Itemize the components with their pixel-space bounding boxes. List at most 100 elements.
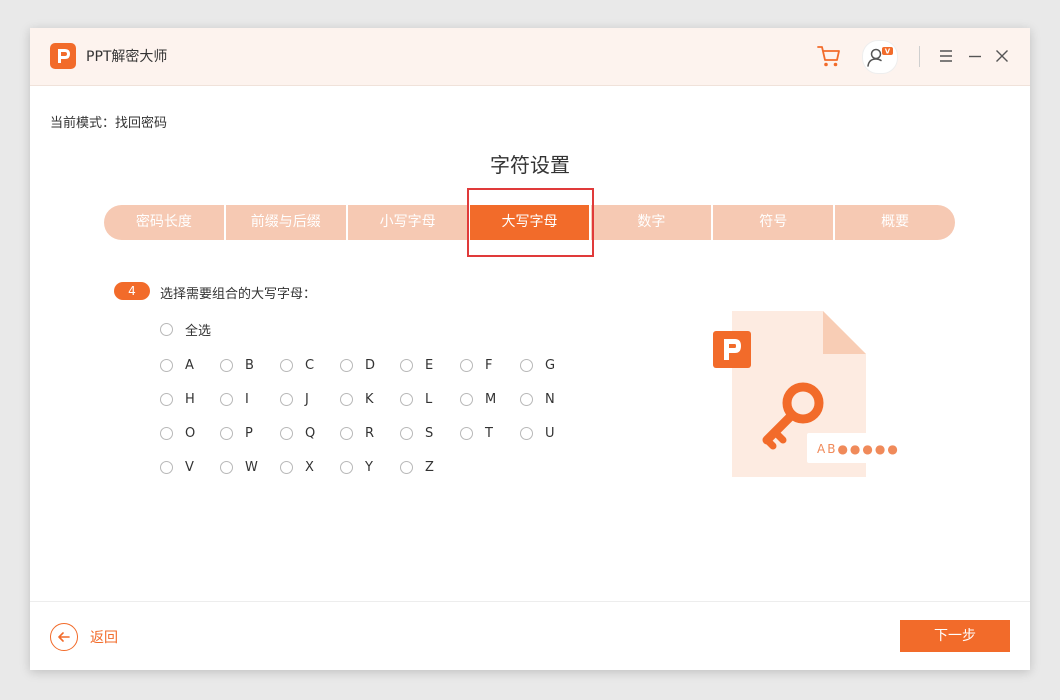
- letter-label: O: [185, 425, 196, 441]
- close-icon[interactable]: [993, 47, 1011, 65]
- radio-button[interactable]: [280, 392, 293, 406]
- menu-icon[interactable]: [937, 47, 955, 65]
- back-label: 返回: [90, 630, 118, 646]
- tab-symbols[interactable]: 符号: [711, 205, 833, 240]
- radio-button[interactable]: [460, 426, 473, 440]
- radio-button[interactable]: [460, 358, 473, 372]
- key-document-illustration: AB●●●●●: [713, 309, 903, 479]
- back-button[interactable]: 返回: [50, 621, 118, 653]
- radio-button[interactable]: [520, 358, 533, 372]
- tab-digits[interactable]: 数字: [589, 205, 711, 240]
- letter-option-o[interactable]: O: [160, 424, 195, 442]
- letter-option-g[interactable]: G: [520, 356, 555, 374]
- radio-button[interactable]: [160, 426, 173, 440]
- document-fold: [823, 311, 866, 354]
- letter-option-z[interactable]: Z: [400, 458, 434, 476]
- current-mode-label: 当前模式：找回密码: [50, 116, 168, 131]
- letter-option-w[interactable]: W: [220, 458, 258, 476]
- radio-button[interactable]: [220, 426, 233, 440]
- letter-label: B: [245, 357, 254, 373]
- letter-option-i[interactable]: I: [220, 390, 249, 408]
- letter-option-q[interactable]: Q: [280, 424, 315, 442]
- radio-button[interactable]: [280, 358, 293, 372]
- letter-label: D: [365, 357, 376, 373]
- radio-button[interactable]: [520, 392, 533, 406]
- letter-option-m[interactable]: M: [460, 390, 496, 408]
- radio-button[interactable]: [400, 392, 413, 406]
- letter-label: C: [305, 357, 315, 373]
- letter-label: A: [185, 357, 194, 373]
- letter-label: E: [425, 357, 434, 373]
- footer-divider: [30, 601, 1030, 602]
- radio-button[interactable]: [160, 358, 173, 372]
- radio-button[interactable]: [280, 426, 293, 440]
- letter-option-f[interactable]: F: [460, 356, 492, 374]
- radio-button[interactable]: [340, 358, 353, 372]
- letter-option-t[interactable]: T: [460, 424, 493, 442]
- vip-badge: V: [885, 48, 891, 56]
- letter-label: R: [365, 425, 375, 441]
- radio-button[interactable]: [340, 392, 353, 406]
- radio-button[interactable]: [400, 426, 413, 440]
- radio-button[interactable]: [520, 426, 533, 440]
- letter-label: V: [185, 459, 194, 475]
- letter-option-x[interactable]: X: [280, 458, 314, 476]
- letter-label: F: [485, 357, 493, 373]
- letter-label: Q: [305, 425, 316, 441]
- letter-option-k[interactable]: K: [340, 390, 374, 408]
- radio-button[interactable]: [400, 358, 413, 372]
- letter-option-h[interactable]: H: [160, 390, 195, 408]
- letter-option-v[interactable]: V: [160, 458, 194, 476]
- select-all-option[interactable]: 全选: [160, 320, 212, 339]
- letter-label: S: [425, 425, 434, 441]
- letter-option-d[interactable]: D: [340, 356, 375, 374]
- radio-button[interactable]: [160, 322, 173, 336]
- tab-password-length[interactable]: 密码长度: [104, 205, 224, 240]
- letter-label: K: [365, 391, 374, 407]
- letter-option-j[interactable]: J: [280, 390, 309, 408]
- letter-option-p[interactable]: P: [220, 424, 253, 442]
- letter-option-e[interactable]: E: [400, 356, 433, 374]
- radio-button[interactable]: [280, 460, 293, 474]
- letter-option-r[interactable]: R: [340, 424, 374, 442]
- letter-option-u[interactable]: U: [520, 424, 555, 442]
- tab-lowercase[interactable]: 小写字母: [345, 205, 468, 240]
- radio-button[interactable]: [340, 426, 353, 440]
- app-title: PPT解密大师: [86, 49, 168, 65]
- title-bar: PPT解密大师 V: [30, 28, 1030, 86]
- radio-button[interactable]: [460, 392, 473, 406]
- radio-button[interactable]: [160, 460, 173, 474]
- user-vip-icon[interactable]: V: [862, 40, 898, 74]
- cart-icon[interactable]: [816, 43, 842, 73]
- letter-option-b[interactable]: B: [220, 356, 254, 374]
- arrow-left-icon: [50, 623, 78, 651]
- letter-option-c[interactable]: C: [280, 356, 314, 374]
- minimize-icon[interactable]: [966, 47, 984, 65]
- radio-button[interactable]: [220, 460, 233, 474]
- radio-button[interactable]: [400, 460, 413, 474]
- letter-label: M: [485, 391, 497, 407]
- radio-button[interactable]: [220, 358, 233, 372]
- radio-button[interactable]: [220, 392, 233, 406]
- letter-option-n[interactable]: N: [520, 390, 555, 408]
- letter-label: J: [305, 391, 309, 407]
- letter-option-a[interactable]: A: [160, 356, 194, 374]
- letter-label: N: [545, 391, 555, 407]
- radio-button[interactable]: [160, 392, 173, 406]
- letter-option-s[interactable]: S: [400, 424, 433, 442]
- letter-option-y[interactable]: Y: [340, 458, 373, 476]
- tab-prefix-suffix[interactable]: 前缀与后缀: [223, 205, 346, 240]
- tab-summary[interactable]: 概要: [833, 205, 955, 240]
- radio-button[interactable]: [340, 460, 353, 474]
- letter-label: I: [245, 391, 249, 407]
- letter-label: T: [485, 425, 493, 441]
- letter-label: U: [545, 425, 555, 441]
- letter-label: Y: [365, 459, 373, 475]
- app-window: PPT解密大师 V 当前模式：找回密码 字符设置 密码长度 前缀与后缀 小写字母…: [30, 28, 1030, 670]
- next-step-button[interactable]: 下一步: [900, 620, 1010, 652]
- letter-label: W: [245, 459, 258, 475]
- active-tab-highlight: [467, 188, 594, 257]
- select-all-label: 全选: [185, 323, 212, 339]
- titlebar-divider: [919, 46, 920, 67]
- letter-option-l[interactable]: L: [400, 390, 432, 408]
